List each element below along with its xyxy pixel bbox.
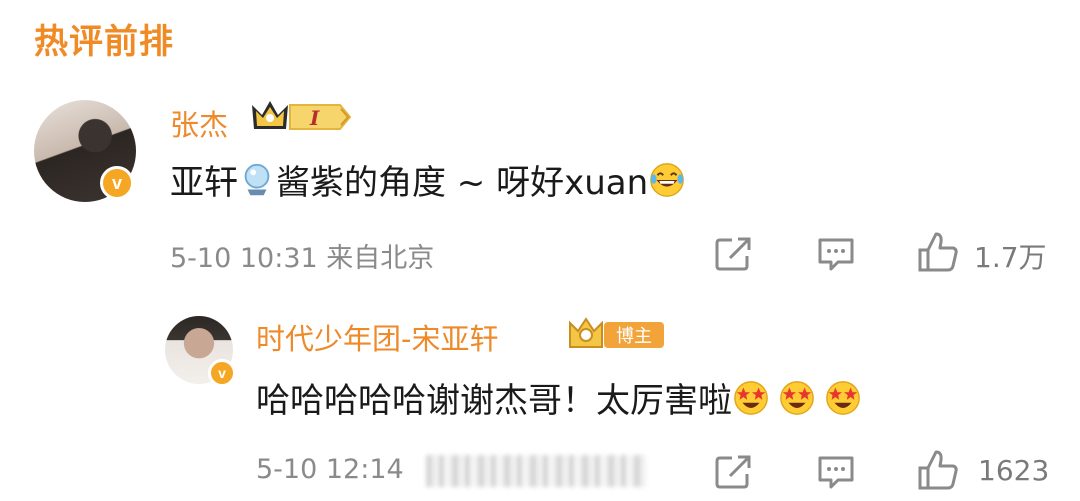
blogger-badge: 博主 xyxy=(604,322,664,348)
like-icon[interactable] xyxy=(916,230,960,274)
like-count: 1.7万 xyxy=(974,241,1047,274)
verified-icon: v xyxy=(100,166,134,200)
share-icon[interactable] xyxy=(714,236,754,272)
badge-level: I xyxy=(309,106,320,130)
comment-timestamp: 5-10 10:31 xyxy=(170,243,318,274)
reply-like-count: 1623 xyxy=(978,454,1050,487)
reply-text: 哈哈哈哈哈谢谢杰哥！太厉害啦 xyxy=(256,373,862,422)
reply-comment-icon[interactable] xyxy=(816,454,856,492)
star-eyes-emoji xyxy=(780,380,814,415)
reply-username[interactable]: 时代少年团-宋亚轩 xyxy=(256,316,498,358)
comment-text-part1: 亚轩 xyxy=(170,163,238,203)
comment-icon[interactable] xyxy=(816,236,856,274)
star-eyes-emoji xyxy=(734,380,768,415)
reply-text-body: 哈哈哈哈哈谢谢杰哥！太厉害啦 xyxy=(256,381,732,421)
comment-meta: 5-10 10:31 来自北京 xyxy=(170,236,434,275)
blurred-location xyxy=(426,455,646,487)
reply-like-icon[interactable] xyxy=(916,448,960,492)
comment-location: 来自北京 xyxy=(326,243,435,274)
star-eyes-emoji xyxy=(826,380,860,415)
crystal-ball-emoji xyxy=(244,163,270,195)
section-title: 热评前排 xyxy=(34,22,174,62)
reply-share-icon[interactable] xyxy=(714,454,754,490)
reply-meta: 5-10 12:14 xyxy=(256,454,404,485)
comment-text-part2: 酱紫的角度 ~ 呀好xuan xyxy=(276,163,649,203)
reply-timestamp: 5-10 12:14 xyxy=(256,454,404,485)
reply-verified-icon: v xyxy=(208,359,236,387)
comment-text: 亚轩 酱紫的角度 ~ 呀好xuan xyxy=(170,155,686,204)
comment-username[interactable]: 张杰 xyxy=(170,102,228,144)
laugh-emoji xyxy=(650,162,685,197)
crown-icon[interactable]: I xyxy=(248,97,356,137)
